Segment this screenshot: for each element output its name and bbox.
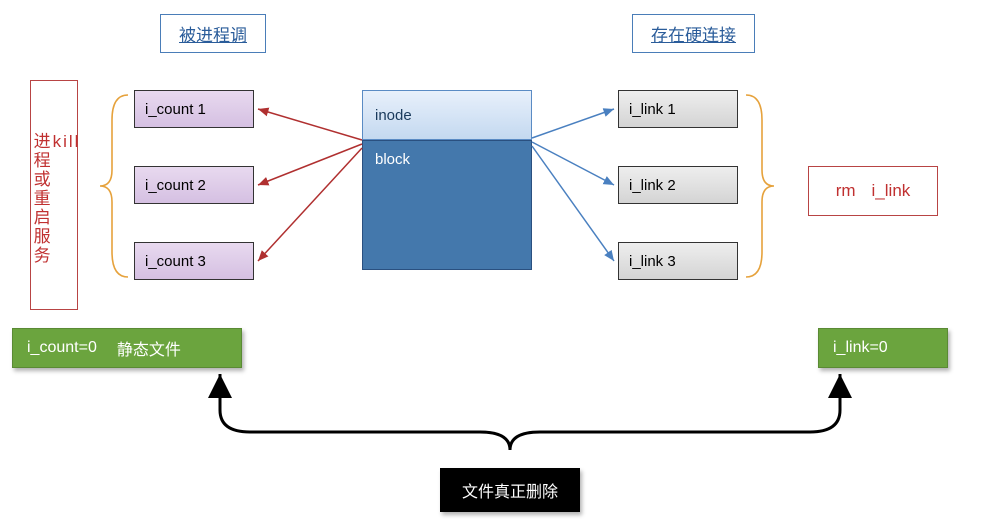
left-action-text: 进程或重启服务 [31,132,50,265]
result-left: i_count=0 静态文件 [12,328,242,368]
i-count-2: i_count 2 [134,166,254,204]
kill-label: kill [53,132,81,152]
i-link-2: i_link 2 [618,166,738,204]
inode-box: inode [362,90,532,140]
header-left: 被进程调 [160,14,266,53]
result-left-count: i_count=0 [27,339,97,357]
i-count-1: i_count 1 [134,90,254,128]
conclusion-box: 文件真正删除 [440,468,580,512]
arrow-to-link1 [532,109,614,138]
i-link-1: i_link 1 [618,90,738,128]
arrow-to-count2 [258,144,362,185]
header-right: 存在硬连接 [632,14,755,53]
i-link-3: i_link 3 [618,242,738,280]
arrow-to-count3 [258,148,362,261]
arrow-to-link3 [532,146,614,261]
rm-target: i_link [872,181,911,201]
rm-label: rm [836,181,856,201]
brace-right [746,95,774,277]
block-box: block [362,140,532,270]
result-left-label: 静态文件 [117,336,181,360]
brace-bottom [220,376,840,450]
right-action-box: rm i_link [808,166,938,216]
arrow-to-count1 [258,109,362,140]
result-right: i_link=0 [818,328,948,368]
brace-left [100,95,128,277]
left-action-box: kill 进程或重启服务 [30,80,78,310]
i-count-3: i_count 3 [134,242,254,280]
arrow-to-link2 [532,142,614,185]
